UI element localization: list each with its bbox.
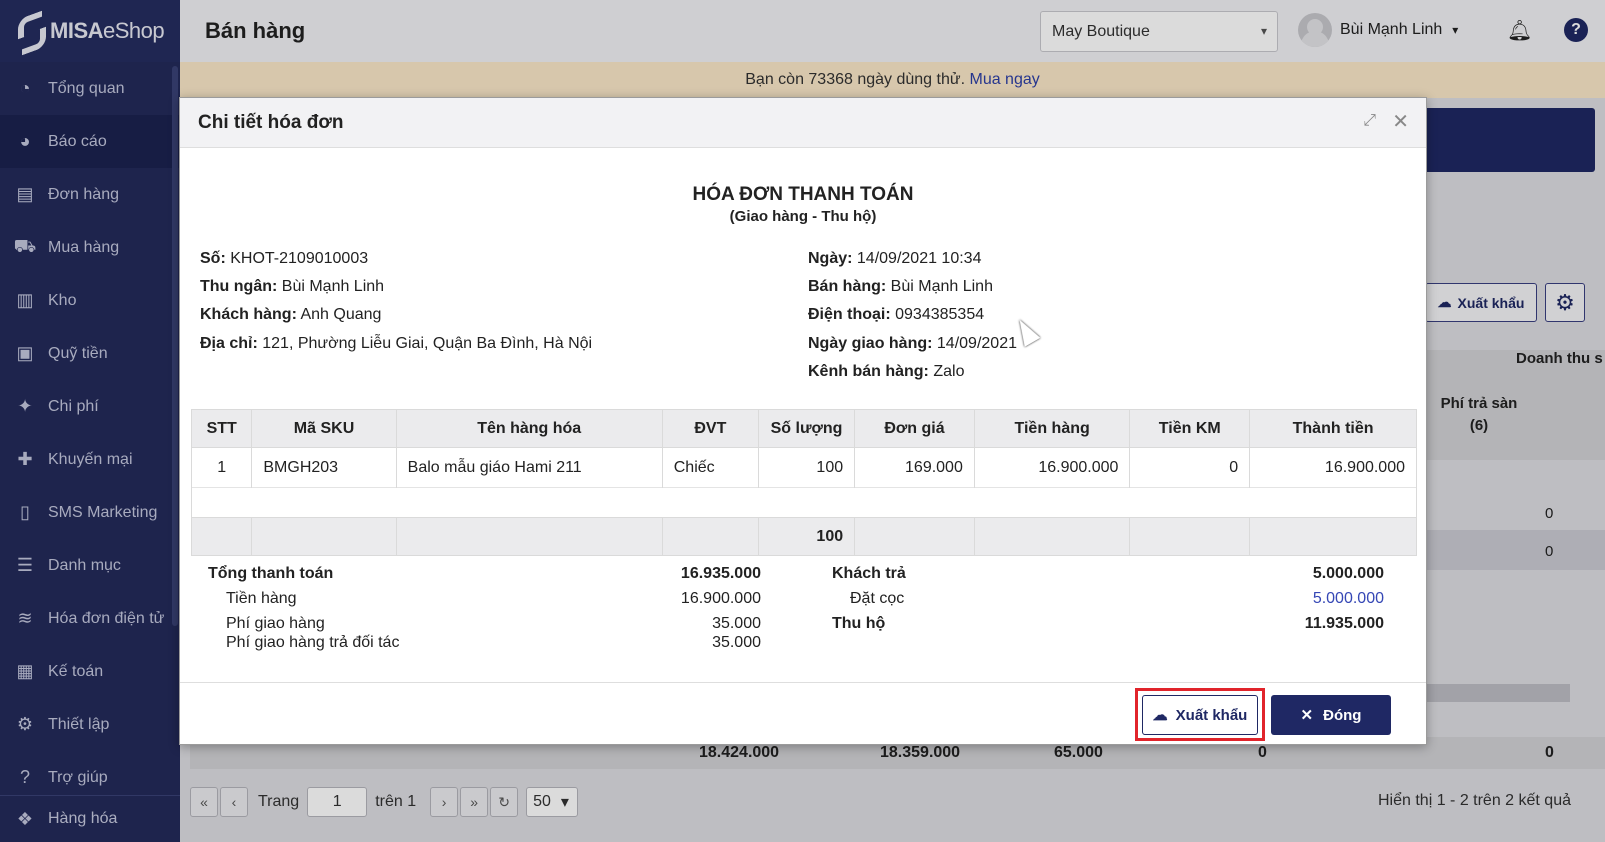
summary-label: Tổng thanh toán xyxy=(208,565,334,582)
table-cell: Balo mẫu giáo Hami 211 xyxy=(395,447,663,488)
info-dia-chi: Địa chỉ: 121, Phường Liễu Giai, Quận Ba … xyxy=(200,335,592,353)
column-header: Đơn giá xyxy=(854,409,975,448)
invoice-items-table: STT Mã SKU Tên hàng hóa ĐVT Số lượng Đơn… xyxy=(190,409,1417,556)
total-quantity: 100 xyxy=(757,517,856,556)
export-button[interactable]: ☁ Xuất khẩu xyxy=(1142,695,1258,735)
summary-value: 35.000 xyxy=(712,634,761,651)
info-value: 121, Phường Liễu Giai, Quận Ba Đình, Hà … xyxy=(262,335,593,352)
table-cell: BMGH203 xyxy=(251,447,397,488)
info-label: Địa chỉ: xyxy=(200,335,258,352)
summary-label: Khách trả xyxy=(832,565,906,582)
close-icon[interactable]: ✕ xyxy=(1392,109,1409,134)
info-value: 0934385354 xyxy=(895,306,985,323)
summary-value: 5.000.000 xyxy=(1312,565,1384,582)
info-value: Bùi Mạnh Linh xyxy=(890,278,993,295)
table-header-row: STT Mã SKU Tên hàng hóa ĐVT Số lượng Đơn… xyxy=(190,409,1417,448)
invoice-subtitle: (Giao hàng - Thu hộ) xyxy=(729,208,877,225)
info-label: Điện thoại: xyxy=(808,306,891,323)
info-kenh-ban-hang: Kênh bán hàng: Zalo xyxy=(808,363,964,381)
info-dien-thoai: Điện thoại: 0934385354 xyxy=(808,306,984,324)
summary-label: Thu hộ xyxy=(832,615,886,632)
dialog-title: Chi tiết hóa đơn xyxy=(198,111,344,133)
dialog-footer: ☁ Xuất khẩu ✕ Đóng xyxy=(180,682,1426,744)
expand-icon[interactable]: ⤢ xyxy=(1363,112,1376,130)
summary-value: 16.935.000 xyxy=(680,565,761,582)
column-header: STT xyxy=(190,409,253,448)
deposit-link[interactable]: 5.000.000 xyxy=(1240,590,1384,608)
invoice-title: HÓA ĐƠN THANH TOÁN xyxy=(692,184,914,205)
table-cell: 16.900.000 xyxy=(973,447,1131,488)
info-value: 14/09/2021 10:34 xyxy=(856,250,982,267)
close-button[interactable]: ✕ Đóng xyxy=(1271,695,1391,735)
column-header: ĐVT xyxy=(661,409,759,448)
summary-value: 35.000 xyxy=(712,615,761,632)
table-row: 1 BMGH203 Balo mẫu giáo Hami 211 Chiếc 1… xyxy=(190,447,1417,488)
summary-label: Phí giao hàng xyxy=(226,615,325,632)
export-button-label: Xuất khẩu xyxy=(1175,706,1248,724)
info-value: KHOT-2109010003 xyxy=(230,250,369,267)
table-cell: 169.000 xyxy=(854,447,975,488)
info-value: Zalo xyxy=(933,363,965,380)
info-ngay: Ngày: 14/09/2021 10:34 xyxy=(808,250,981,268)
column-header: Thành tiền xyxy=(1249,409,1417,448)
table-cell: 16.900.000 xyxy=(1249,447,1417,488)
column-header: Tiền hàng xyxy=(973,409,1131,448)
info-label: Ngày giao hàng: xyxy=(808,335,933,352)
column-header: Tên hàng hóa xyxy=(395,409,663,448)
dialog-header: Chi tiết hóa đơn xyxy=(180,98,1426,148)
info-label: Số: xyxy=(200,250,226,267)
table-cell: 0 xyxy=(1129,447,1251,488)
info-label: Ngày: xyxy=(808,250,853,267)
cloud-upload-icon: ☁ xyxy=(1152,707,1168,724)
info-khach-hang: Khách hàng: Anh Quang xyxy=(200,306,381,324)
column-header: Tiền KM xyxy=(1129,409,1251,448)
summary-label: Đặt cọc xyxy=(850,590,905,607)
info-label: Kênh bán hàng: xyxy=(808,363,929,380)
info-value: 14/09/2021 xyxy=(936,335,1017,352)
info-so: Số: KHOT-2109010003 xyxy=(200,250,368,268)
summary-value: 16.900.000 xyxy=(680,590,761,607)
table-cell: 1 xyxy=(190,447,253,488)
info-thu-ngan: Thu ngân: Bùi Mạnh Linh xyxy=(200,278,384,296)
info-label: Bán hàng: xyxy=(808,278,887,295)
close-button-label: Đóng xyxy=(1323,706,1362,724)
info-label: Khách hàng: xyxy=(200,306,297,323)
column-header: Số lượng xyxy=(757,409,856,448)
info-value: Bùi Mạnh Linh xyxy=(281,278,385,295)
info-value: Anh Quang xyxy=(300,306,382,323)
info-ban-hang: Bán hàng: Bùi Mạnh Linh xyxy=(808,278,993,296)
column-header: Mã SKU xyxy=(251,409,397,448)
close-icon: ✕ xyxy=(1300,707,1314,724)
summary-label: Tiền hàng xyxy=(226,590,297,607)
invoice-detail-dialog: Chi tiết hóa đơn ⤢ ✕ HÓA ĐƠN THANH TOÁN … xyxy=(179,97,1427,745)
info-ngay-giao-hang: Ngày giao hàng: 14/09/2021 xyxy=(808,335,1017,353)
info-label: Thu ngân: xyxy=(200,278,278,295)
table-total-row: 100 xyxy=(190,517,1417,556)
table-cell: 100 xyxy=(757,447,856,488)
table-cell: Chiếc xyxy=(661,447,759,488)
table-row-empty xyxy=(191,487,1417,518)
summary-value: 11.935.000 xyxy=(1304,615,1384,632)
summary-label: Phí giao hàng trả đối tác xyxy=(226,634,400,651)
